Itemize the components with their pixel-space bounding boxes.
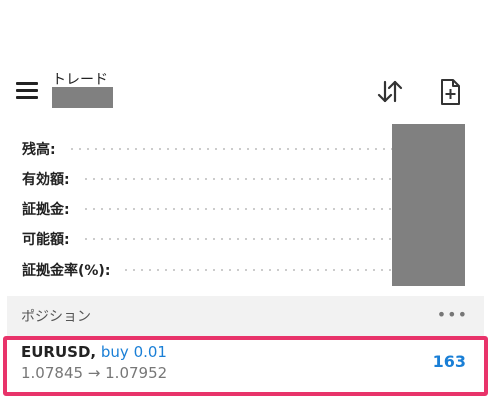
- equity-label: 有効額:: [22, 172, 70, 188]
- position-title: EURUSD, buy 0.01: [21, 343, 167, 361]
- positions-section-title: ポジション: [21, 309, 91, 325]
- balance-label: 残高:: [22, 142, 56, 158]
- sort-arrows-icon[interactable]: [374, 76, 406, 108]
- position-prices: 1.07845 → 1.07952: [21, 364, 168, 382]
- margin-label: 証拠金:: [22, 202, 70, 218]
- more-options-icon[interactable]: •••: [437, 307, 468, 323]
- position-profit: 163: [432, 352, 466, 371]
- margin-level-label: 証拠金率(%):: [22, 263, 111, 279]
- free-margin-row: 可能額:: [22, 228, 394, 250]
- position-symbol: EURUSD,: [21, 343, 97, 361]
- dotted-leader: [122, 269, 394, 271]
- positions-section-header: ポジション •••: [7, 296, 484, 336]
- dotted-leader: [81, 208, 394, 210]
- free-margin-label: 可能額:: [22, 232, 70, 248]
- page-title: トレード: [52, 72, 108, 88]
- margin-row: 証拠金:: [22, 198, 394, 220]
- redacted-account-number: [52, 87, 113, 108]
- top-bar: トレード: [0, 0, 491, 124]
- dotted-leader: [67, 148, 394, 150]
- dotted-leader: [81, 178, 394, 180]
- equity-row: 有効額:: [22, 168, 394, 190]
- redacted-account-values: [392, 124, 465, 286]
- balance-row: 残高:: [22, 138, 394, 160]
- new-order-document-icon[interactable]: [434, 76, 466, 108]
- dotted-leader: [81, 238, 394, 240]
- margin-level-row: 証拠金率(%):: [22, 259, 394, 281]
- position-row[interactable]: EURUSD, buy 0.01 1.07845 → 1.07952 163: [7, 336, 484, 388]
- position-side-volume: buy 0.01: [100, 343, 167, 361]
- hamburger-menu-icon[interactable]: [16, 82, 38, 100]
